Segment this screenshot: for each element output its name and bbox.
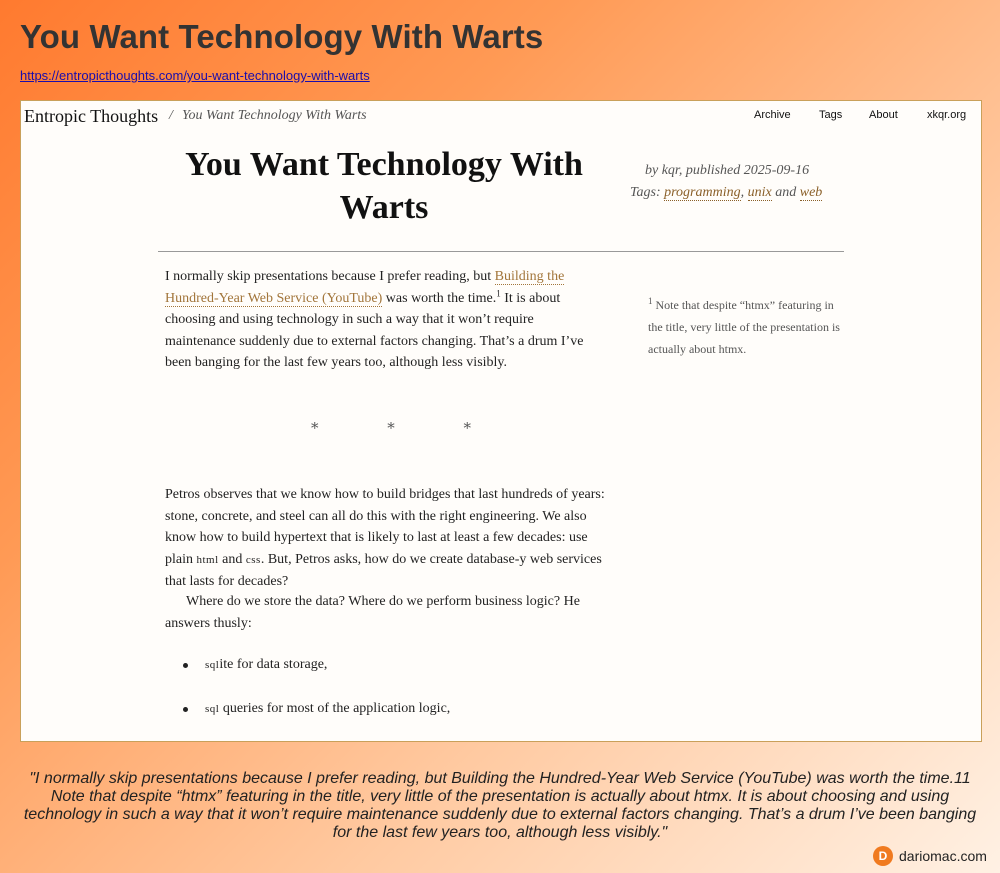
tag-web-link[interactable]: web bbox=[799, 185, 823, 201]
brand: D dariomac.com bbox=[873, 846, 987, 866]
tag-programming-link[interactable]: programming bbox=[664, 185, 741, 201]
page-url-link[interactable]: https://entropicthoughts.com/you-want-te… bbox=[20, 68, 370, 83]
breadcrumb-separator: / bbox=[169, 108, 173, 123]
site-name-link[interactable]: Entropic Thoughts bbox=[24, 106, 158, 127]
tags-line: Tags: programming, unix and web bbox=[630, 185, 823, 201]
bullet-list: sqlite for data storage, sql queries for… bbox=[165, 654, 450, 741]
tag-unix-link[interactable]: unix bbox=[747, 185, 772, 201]
tags-label: Tags: bbox=[630, 185, 661, 200]
sidenote: 1 Note that despite “htmx” featuring in … bbox=[648, 296, 840, 357]
title-divider bbox=[158, 251, 844, 252]
brand-name: dariomac.com bbox=[899, 848, 987, 864]
section-break: * * * bbox=[311, 419, 471, 437]
list-item: sql queries for most of the application … bbox=[165, 698, 450, 742]
byline: by kqr, published 2025-09-16 bbox=[645, 163, 810, 178]
article-meta: by kqr, published 2025-09-16 Tags: progr… bbox=[630, 160, 860, 204]
article-title: You Want Technology With Warts bbox=[185, 146, 583, 226]
nav-about-link[interactable]: About bbox=[869, 109, 898, 121]
paragraph-intro: I normally skip presentations because I … bbox=[165, 269, 584, 370]
nav-archive-link[interactable]: Archive bbox=[754, 109, 791, 121]
page-title: You Want Technology With Warts bbox=[20, 18, 544, 55]
quote-text: "I normally skip presentations because I… bbox=[23, 770, 977, 841]
dariomac-logo-icon: D bbox=[873, 846, 893, 866]
breadcrumb-title: You Want Technology With Warts bbox=[182, 108, 367, 123]
paragraph-questions: Where do we store the data? Where do we … bbox=[165, 594, 580, 631]
paragraph-petros: Petros observes that we know how to buil… bbox=[165, 487, 605, 589]
list-item: sqlite for data storage, bbox=[165, 654, 450, 698]
nav-tags-link[interactable]: Tags bbox=[819, 109, 842, 121]
article-screenshot: Entropic Thoughts / You Want Technology … bbox=[20, 100, 982, 742]
nav-xkqr-link[interactable]: xkqr.org bbox=[927, 109, 966, 121]
